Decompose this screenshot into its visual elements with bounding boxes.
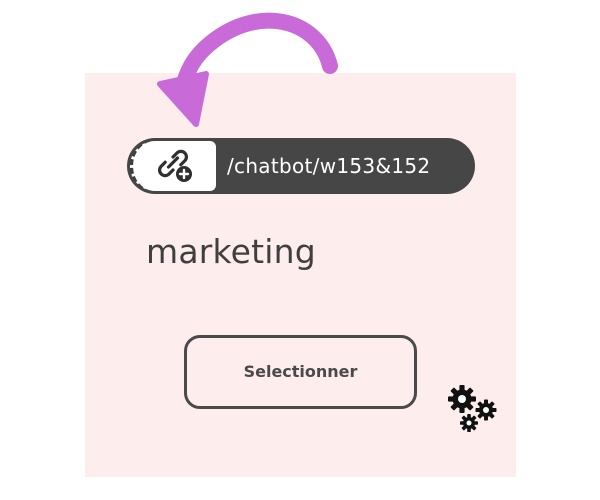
url-path[interactable]: /chatbot/w153&152 [227,138,430,194]
link-add-icon [158,149,192,182]
link-add-button[interactable] [130,141,216,191]
card-title: marketing [146,232,316,271]
select-button[interactable]: Selectionner [184,335,417,409]
url-bar[interactable]: /chatbot/w153&152 [127,138,475,194]
gears-icon[interactable] [447,384,499,434]
stage: /chatbot/w153&152 marketing Selectionner [0,0,600,500]
